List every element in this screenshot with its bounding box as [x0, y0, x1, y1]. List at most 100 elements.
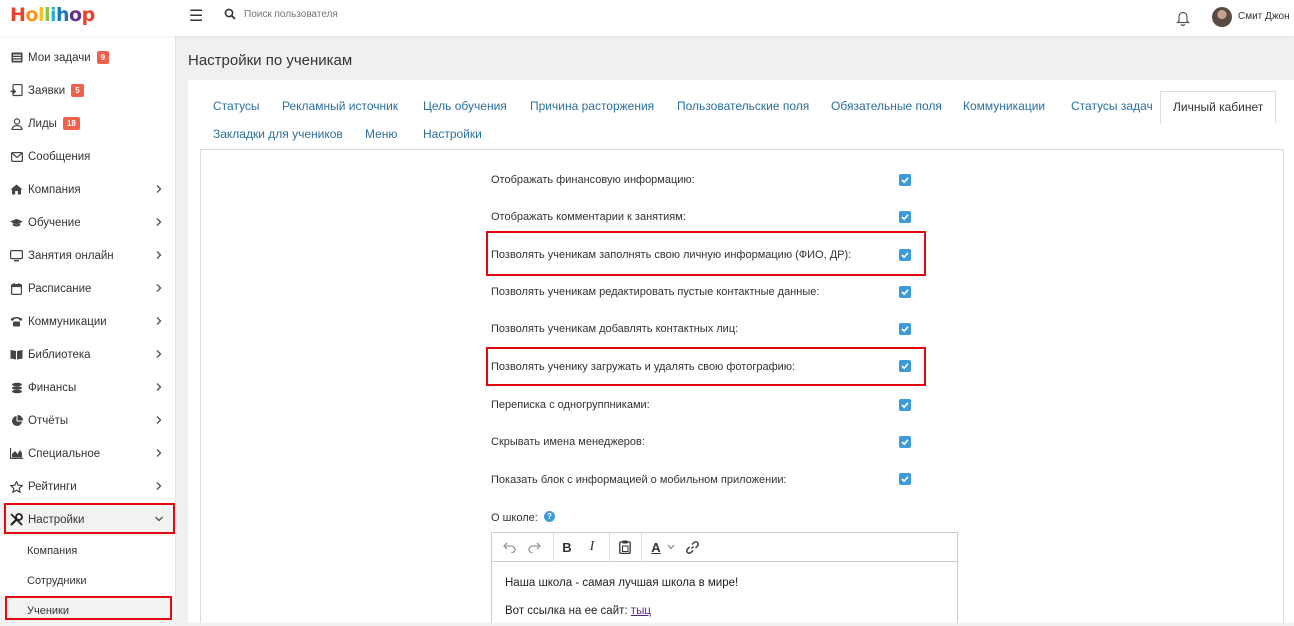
- bold-button[interactable]: B: [559, 538, 575, 556]
- sidebar-item-requests[interactable]: Заявки 5: [0, 74, 176, 107]
- sidebar-item-messages[interactable]: Сообщения: [0, 140, 176, 173]
- count-badge: 5: [71, 84, 84, 97]
- setting-checkbox[interactable]: [899, 286, 911, 298]
- search-input[interactable]: [244, 8, 444, 20]
- setting-label: Отображать финансовую информацию:: [491, 174, 695, 186]
- sidebar-item-ratings[interactable]: Рейтинги: [0, 470, 176, 503]
- star-icon: [10, 480, 23, 493]
- chevron-right-icon: [156, 185, 162, 193]
- search-icon[interactable]: [224, 8, 236, 20]
- tab-ad-source[interactable]: Рекламный источник: [282, 99, 398, 113]
- sidebar-item-special[interactable]: Специальное: [0, 437, 176, 470]
- sidebar-item-label: Библиотека: [28, 348, 91, 361]
- sidebar-subitem-label: Сотрудники: [27, 575, 87, 587]
- chevron-right-icon: [156, 383, 162, 391]
- sidebar-item-label: Рейтинги: [28, 480, 77, 493]
- coins-icon: [10, 381, 23, 394]
- chevron-right-icon: [156, 317, 162, 325]
- sidebar-subitem-employees[interactable]: Сотрудники: [0, 566, 176, 596]
- setting-label: Скрывать имена менеджеров:: [491, 436, 645, 448]
- toolbar-separator: [553, 533, 554, 562]
- paste-icon[interactable]: [616, 538, 634, 556]
- sidebar-item-finance[interactable]: Финансы: [0, 371, 176, 404]
- area-chart-icon: [10, 447, 23, 460]
- sidebar-item-label: Финансы: [28, 381, 77, 394]
- sidebar-item-communications[interactable]: Коммуникации: [0, 305, 176, 338]
- editor-paragraph[interactable]: Наша школа - самая лучшая школа в мире!: [505, 577, 738, 589]
- setting-checkbox[interactable]: [899, 211, 911, 223]
- sidebar-item-company[interactable]: Компания: [0, 173, 176, 206]
- app-logo[interactable]: Hollihop: [10, 4, 95, 26]
- top-bar: Hollihop ☰ Смит Джон ▼: [0, 0, 1294, 36]
- sidebar: Мои задачи 9 Заявки 5 Лиды 18 Сообщения Ком…: [0, 36, 176, 626]
- redo-icon[interactable]: [525, 538, 543, 556]
- tab-settings[interactable]: Настройки: [423, 127, 482, 141]
- setting-label: Отображать комментарии к занятиям:: [491, 211, 686, 223]
- setting-checkbox[interactable]: [899, 436, 911, 448]
- tab-custom-fields[interactable]: Пользовательские поля: [677, 99, 809, 113]
- sidebar-item-my-tasks[interactable]: Мои задачи 9: [0, 41, 176, 74]
- tab-statuses[interactable]: Статусы: [213, 99, 260, 113]
- link-icon[interactable]: [683, 538, 701, 556]
- sidebar-item-label: Лиды: [28, 117, 57, 130]
- setting-label: Позволять ученикам добавлять контактных …: [491, 323, 739, 335]
- pie-chart-icon: [10, 414, 23, 427]
- tab-learning-goal[interactable]: Цель обучения: [423, 99, 507, 113]
- highlight-box: [4, 503, 175, 534]
- sidebar-item-reports[interactable]: Отчёты: [0, 404, 176, 437]
- sidebar-item-label: Обучение: [28, 216, 81, 229]
- count-badge: 18: [62, 117, 80, 130]
- calendar-icon: [10, 282, 23, 295]
- setting-checkbox[interactable]: [899, 399, 911, 411]
- editor-paragraph[interactable]: Вот ссылка на ее сайт: тыц: [505, 605, 651, 617]
- site-link[interactable]: тыц: [631, 605, 651, 617]
- sidebar-subitem-company[interactable]: Компания: [0, 536, 176, 566]
- menu-toggle-icon[interactable]: ☰: [189, 9, 203, 25]
- rich-text-editor[interactable]: B I A Наша школа - самая лучшая школа в …: [491, 532, 958, 623]
- undo-icon[interactable]: [500, 538, 518, 556]
- tab-task-statuses[interactable]: Статусы задач: [1071, 99, 1153, 113]
- user-menu[interactable]: Смит Джон ▼: [1238, 11, 1294, 22]
- chevron-right-icon: [156, 218, 162, 226]
- setting-label: Позволять ученикам редактировать пустые …: [491, 286, 820, 298]
- editor-text: Вот ссылка на ее сайт:: [505, 605, 628, 617]
- sidebar-item-label: Отчёты: [28, 414, 69, 427]
- bell-icon[interactable]: [1176, 10, 1190, 26]
- setting-checkbox[interactable]: [899, 174, 911, 186]
- sidebar-item-label: Сообщения: [28, 150, 91, 163]
- sidebar-item-label: Заявки: [28, 84, 66, 97]
- chevron-right-icon: [156, 416, 162, 424]
- sidebar-item-label: Специальное: [28, 447, 101, 460]
- sidebar-item-label: Занятия онлайн: [28, 249, 114, 262]
- sidebar-item-label: Коммуникации: [28, 315, 107, 328]
- setting-checkbox[interactable]: [899, 473, 911, 485]
- highlight-box: [486, 231, 926, 276]
- user-add-icon: [10, 84, 23, 97]
- sidebar-item-library[interactable]: Библиотека: [0, 338, 176, 371]
- home-icon: [10, 183, 23, 196]
- tab-communications[interactable]: Коммуникации: [963, 99, 1045, 113]
- chevron-down-icon[interactable]: [666, 538, 676, 556]
- italic-button[interactable]: I: [584, 538, 600, 556]
- sidebar-subitem-label: Компания: [27, 545, 78, 557]
- tab-required-fields[interactable]: Обязательные поля: [831, 99, 942, 113]
- sidebar-item-education[interactable]: Обучение: [0, 206, 176, 239]
- avatar[interactable]: [1212, 7, 1232, 27]
- sidebar-item-label: Мои задачи: [28, 51, 91, 64]
- tab-personal-cabinet[interactable]: Личный кабинет: [1160, 91, 1277, 124]
- sidebar-item-online-lessons[interactable]: Занятия онлайн: [0, 239, 176, 272]
- tab-student-bookmarks[interactable]: Закладки для учеников: [213, 127, 343, 141]
- tab-termination-reason[interactable]: Причина расторжения: [530, 99, 654, 113]
- font-color-button[interactable]: A: [648, 538, 664, 556]
- toolbar-separator: [641, 533, 642, 562]
- tab-menu[interactable]: Меню: [365, 127, 397, 141]
- sidebar-item-leads[interactable]: Лиды 18: [0, 107, 176, 140]
- user-name: Смит Джон: [1238, 11, 1290, 22]
- tasks-icon: [10, 51, 23, 64]
- sidebar-item-label: Расписание: [28, 282, 92, 295]
- editor-toolbar: B I A: [492, 533, 957, 562]
- help-icon[interactable]: ?: [544, 511, 555, 522]
- sidebar-item-schedule[interactable]: Расписание: [0, 272, 176, 305]
- about-label: О школе:: [491, 512, 538, 524]
- setting-checkbox[interactable]: [899, 323, 911, 335]
